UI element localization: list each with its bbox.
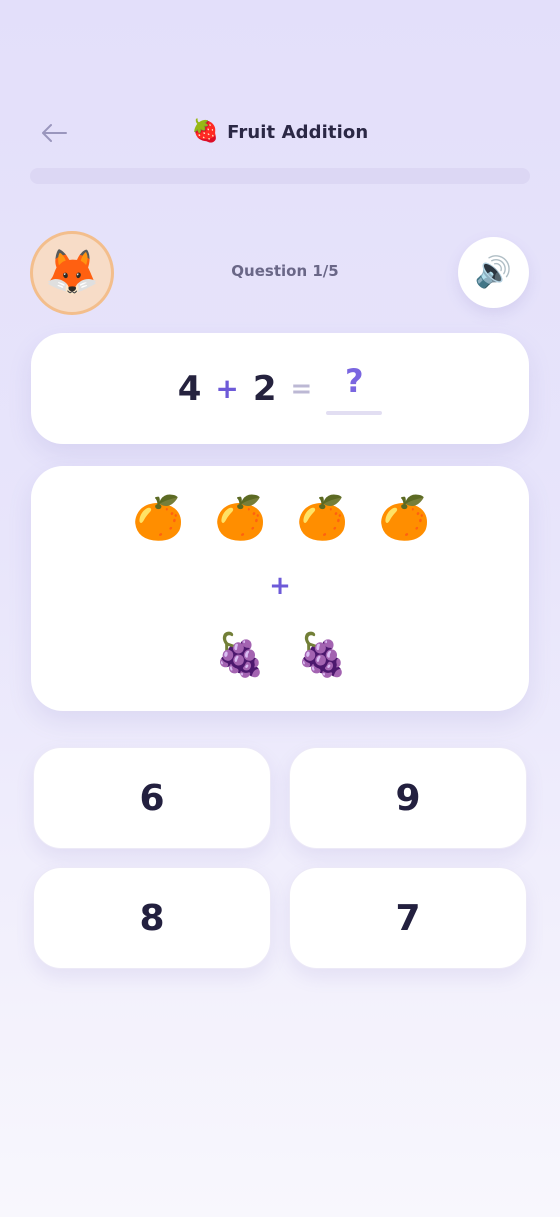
equals-sign: = <box>290 373 313 404</box>
equation: 4 + 2 = ? <box>31 333 529 444</box>
equation-card: 4 + 2 = ? <box>31 333 529 444</box>
fox-icon: 🦊 <box>44 247 100 298</box>
answer-slot: ? <box>326 361 383 425</box>
speaker-icon: 🔊 <box>474 254 513 290</box>
plus-operator: + <box>215 372 239 405</box>
title-text: Fruit Addition <box>227 121 369 143</box>
operand-a: 4 <box>177 368 202 409</box>
fruit-group-b: 🍇 🍇 <box>31 634 529 676</box>
answer-option-3[interactable]: 8 <box>33 867 271 969</box>
orange-icon: 🍊 <box>378 493 431 542</box>
progress-bar <box>30 168 530 184</box>
avatar: 🦊 <box>30 231 114 315</box>
sound-button[interactable]: 🔊 <box>458 237 529 308</box>
orange-icon: 🍊 <box>214 493 267 542</box>
grapes-icon: 🍇 <box>214 630 267 679</box>
question-counter: Question 1/5 <box>231 262 339 280</box>
grapes-icon: 🍇 <box>296 630 349 679</box>
fruit-visual-card: 🍊 🍊 🍊 🍊 + 🍇 🍇 <box>31 466 529 711</box>
fruit-group-a: 🍊 🍊 🍊 🍊 <box>31 497 529 539</box>
answer-underline <box>326 410 383 415</box>
answer-option-1[interactable]: 6 <box>33 747 271 849</box>
orange-icon: 🍊 <box>296 493 349 542</box>
page-title: 🍓 Fruit Addition <box>0 114 560 150</box>
answer-option-4[interactable]: 7 <box>289 867 527 969</box>
strawberry-icon: 🍓 <box>191 119 220 144</box>
operand-b: 2 <box>252 368 277 409</box>
orange-icon: 🍊 <box>132 493 185 542</box>
answer-placeholder: ? <box>345 361 364 400</box>
fruit-plus-sign: + <box>269 571 291 601</box>
answer-option-2[interactable]: 9 <box>289 747 527 849</box>
